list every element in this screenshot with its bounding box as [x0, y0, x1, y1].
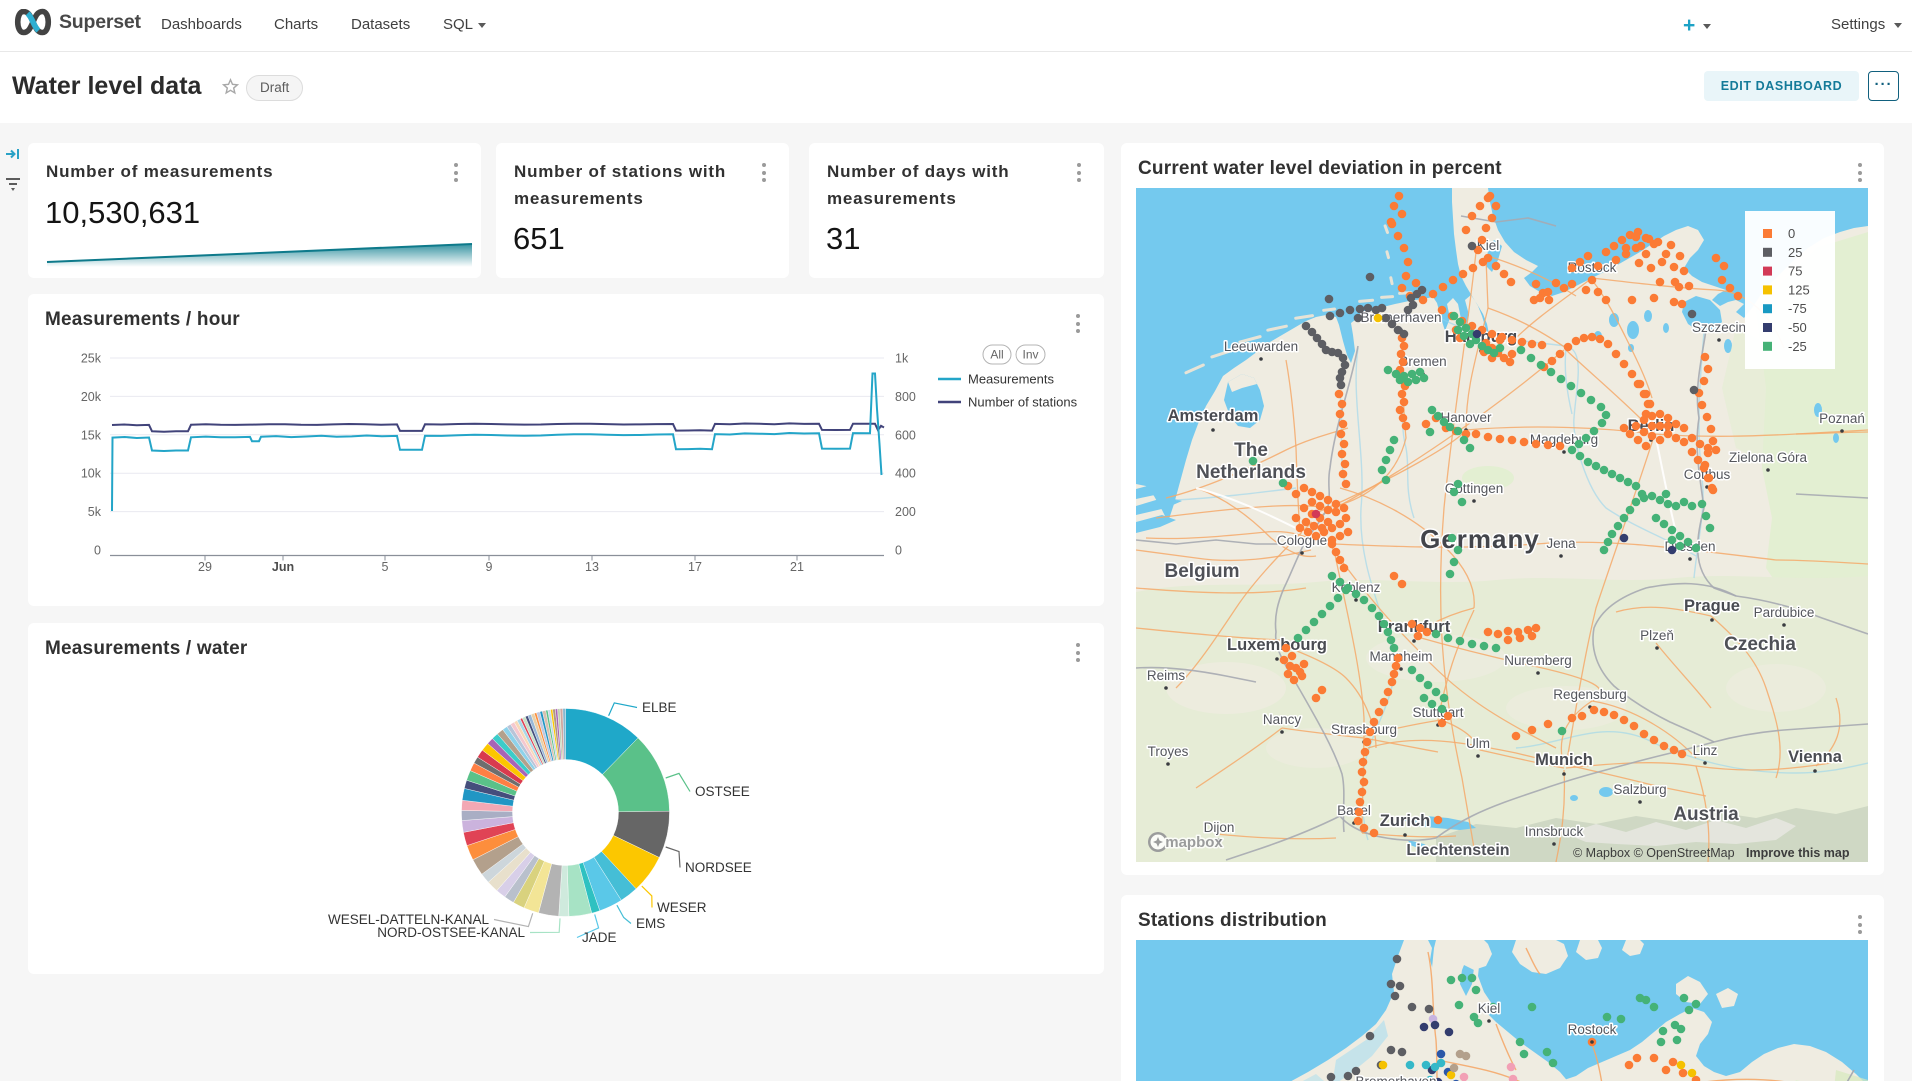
svg-text:Jun: Jun	[272, 560, 294, 574]
svg-text:Prague: Prague	[1684, 597, 1740, 615]
svg-text:Poznań: Poznań	[1819, 411, 1865, 426]
svg-text:125: 125	[1788, 282, 1810, 297]
svg-text:Kiel: Kiel	[1478, 1001, 1501, 1016]
svg-text:Zurich: Zurich	[1380, 812, 1430, 830]
svg-text:Number of stations: Number of stations	[968, 395, 1078, 410]
svg-text:800: 800	[895, 390, 916, 404]
svg-text:Pardubice: Pardubice	[1754, 605, 1815, 620]
svg-text:Munich: Munich	[1535, 751, 1593, 769]
svg-text:20k: 20k	[81, 390, 102, 404]
svg-text:ELBE: ELBE	[642, 700, 677, 715]
svg-text:75: 75	[1788, 264, 1802, 279]
svg-text:Belgium: Belgium	[1165, 561, 1240, 582]
svg-text:5: 5	[382, 560, 389, 574]
svg-text:Strasbourg: Strasbourg	[1331, 722, 1397, 737]
svg-text:Regensburg: Regensburg	[1553, 687, 1627, 702]
svg-text:Basel: Basel	[1337, 803, 1371, 818]
svg-text:Czechia: Czechia	[1724, 634, 1796, 655]
svg-text:29: 29	[198, 560, 212, 574]
svg-text:-25: -25	[1788, 339, 1807, 354]
svg-text:Luxembourg: Luxembourg	[1227, 636, 1327, 654]
svg-text:Nancy: Nancy	[1263, 712, 1302, 727]
svg-text:Austria: Austria	[1673, 804, 1739, 825]
svg-text:Leeuwarden: Leeuwarden	[1224, 339, 1298, 354]
svg-text:Inv: Inv	[1022, 348, 1038, 362]
svg-text:200: 200	[895, 505, 916, 519]
svg-text:600: 600	[895, 428, 916, 442]
svg-text:EMS: EMS	[636, 916, 665, 931]
svg-text:NORD-OSTSEE-KANAL: NORD-OSTSEE-KANAL	[377, 925, 525, 940]
svg-text:Dijon: Dijon	[1204, 820, 1235, 835]
svg-text:Innsbruck: Innsbruck	[1525, 824, 1584, 839]
svg-text:25: 25	[1788, 245, 1802, 260]
svg-text:25k: 25k	[81, 352, 102, 366]
svg-text:Nuremberg: Nuremberg	[1504, 653, 1572, 668]
svg-text:Reims: Reims	[1147, 668, 1186, 683]
svg-text:5k: 5k	[88, 505, 102, 519]
svg-text:mapbox: mapbox	[1165, 834, 1223, 851]
svg-text:Troyes: Troyes	[1148, 744, 1189, 759]
svg-text:Plzeň: Plzeň	[1640, 628, 1674, 643]
svg-text:Jena: Jena	[1546, 536, 1576, 551]
svg-text:WESEL-DATTELN-KANAL: WESEL-DATTELN-KANAL	[328, 912, 490, 927]
svg-text:WESER: WESER	[657, 900, 707, 915]
svg-text:Linz: Linz	[1693, 743, 1718, 758]
svg-text:OSTSEE: OSTSEE	[695, 784, 750, 799]
svg-text:Improve this map: Improve this map	[1746, 846, 1850, 860]
svg-text:© Mapbox © OpenStreetMap: © Mapbox © OpenStreetMap	[1573, 846, 1735, 860]
svg-text:Bremerhaven: Bremerhaven	[1355, 1074, 1436, 1081]
svg-text:Liechtenstein: Liechtenstein	[1406, 842, 1509, 859]
svg-text:Germany: Germany	[1420, 524, 1540, 554]
svg-text:Szczecin: Szczecin	[1692, 320, 1746, 335]
svg-text:Rostock: Rostock	[1568, 1022, 1617, 1037]
svg-text:10k: 10k	[81, 467, 102, 481]
svg-text:400: 400	[895, 467, 916, 481]
svg-text:Ulm: Ulm	[1466, 736, 1490, 751]
svg-text:0: 0	[1788, 226, 1795, 241]
svg-text:Netherlands: Netherlands	[1196, 462, 1306, 483]
svg-text:1k: 1k	[895, 352, 909, 366]
svg-text:21: 21	[790, 560, 804, 574]
svg-text:Amsterdam: Amsterdam	[1168, 407, 1259, 425]
svg-text:17: 17	[688, 560, 702, 574]
svg-text:Measurements: Measurements	[968, 372, 1054, 387]
svg-text:Zielona Góra: Zielona Góra	[1729, 450, 1808, 465]
svg-text:9: 9	[486, 560, 493, 574]
svg-text:-75: -75	[1788, 301, 1807, 316]
svg-text:JADE: JADE	[582, 930, 617, 945]
svg-text:0: 0	[895, 544, 902, 558]
svg-text:Salzburg: Salzburg	[1613, 782, 1666, 797]
svg-text:Vienna: Vienna	[1788, 748, 1843, 766]
svg-text:15k: 15k	[81, 428, 102, 442]
svg-text:0: 0	[94, 544, 101, 558]
svg-text:-50: -50	[1788, 320, 1807, 335]
svg-text:All: All	[990, 348, 1003, 362]
svg-text:NORDSEE: NORDSEE	[685, 860, 752, 875]
svg-text:13: 13	[585, 560, 599, 574]
